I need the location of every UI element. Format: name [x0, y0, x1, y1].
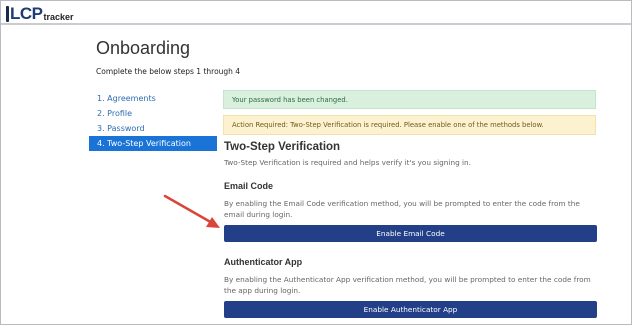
authenticator-app-heading: Authenticator App — [224, 257, 303, 267]
warning-alert: Action Required: Two-Step Verification i… — [223, 115, 596, 135]
enable-email-code-button[interactable]: Enable Email Code — [224, 225, 597, 242]
step-password[interactable]: 3. Password — [89, 121, 217, 136]
step-two-step-verification[interactable]: 4. Two-Step Verification — [89, 136, 217, 151]
logo-suffix: tracker — [43, 12, 74, 22]
success-alert: Your password has been changed. — [223, 90, 596, 109]
email-code-heading: Email Code — [224, 181, 274, 191]
page-title: Onboarding — [96, 38, 191, 58]
lcp-tracker-logo[interactable]: LCP tracker — [6, 4, 74, 22]
page-subtitle: Complete the below steps 1 through 4 — [96, 67, 241, 76]
enable-authenticator-app-button[interactable]: Enable Authenticator App — [224, 301, 597, 318]
two-step-description: Two-Step Verification is required and he… — [224, 158, 471, 167]
email-code-description: By enabling the Email Code verification … — [224, 199, 580, 219]
onboarding-steps-nav: 1. Agreements 2. Profile 3. Password 4. … — [89, 91, 217, 151]
logo-text: LCP — [10, 4, 43, 23]
two-step-heading: Two-Step Verification — [224, 141, 341, 153]
logo-mark-icon — [6, 6, 9, 22]
step-profile[interactable]: 2. Profile — [89, 106, 217, 121]
red-arrow-icon — [163, 194, 220, 228]
step-agreements[interactable]: 1. Agreements — [89, 91, 217, 106]
top-navbar: LCP tracker — [1, 1, 631, 25]
authenticator-app-description: By enabling the Authenticator App verifi… — [224, 275, 591, 295]
